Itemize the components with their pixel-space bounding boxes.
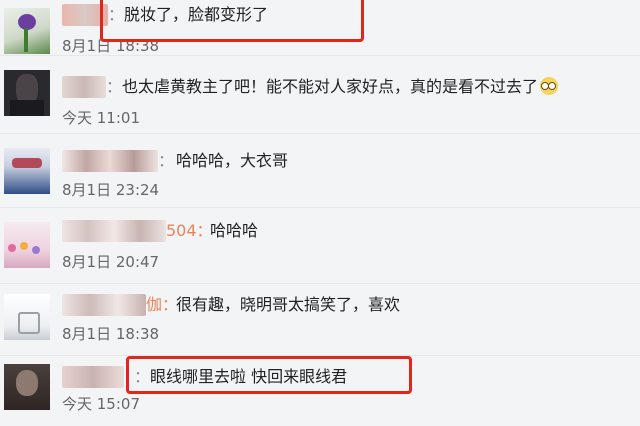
comment-text: 哈哈哈，大衣哥	[176, 151, 289, 170]
glasses-face-emoji	[540, 77, 559, 95]
comment-row: ： 哈哈哈，大衣哥 8月1日 23:24	[0, 134, 640, 208]
comment-text: 哈哈哈	[210, 221, 259, 240]
comment-row: 伽： 很有趣，晓明哥太搞笑了，喜欢 8月1日 18:38	[0, 284, 640, 356]
comment-time: 8月1日 20:47	[62, 253, 160, 271]
nickname-blurred[interactable]	[62, 366, 124, 388]
comment-row: 504： 哈哈哈 8月1日 20:47	[0, 208, 640, 284]
avatar[interactable]	[4, 294, 50, 340]
comment-time: 今天 15:07	[62, 395, 140, 413]
avatar[interactable]	[4, 222, 50, 268]
comment-time: 8月1日 18:38	[62, 325, 160, 343]
nickname-blurred[interactable]	[62, 294, 146, 316]
nickname-suffix: ：	[106, 77, 123, 96]
nickname-blurred[interactable]	[62, 220, 166, 242]
nickname-suffix: ：	[158, 151, 175, 170]
nickname-blurred[interactable]	[62, 150, 158, 172]
comment-time: 今天 11:01	[62, 109, 140, 127]
nickname-blurred[interactable]	[62, 76, 106, 98]
comment-time: 8月1日 23:24	[62, 181, 160, 199]
avatar[interactable]	[4, 364, 50, 410]
nickname-suffix: 504：	[166, 221, 213, 240]
comment-row: ： 也太虐黄教主了吧！能不能对人家好点，真的是看不过去了 今天 11:01	[0, 56, 640, 134]
comment-text: 也太虐黄教主了吧！能不能对人家好点，真的是看不过去了	[122, 76, 559, 98]
highlight-box	[100, 0, 364, 42]
avatar[interactable]	[4, 148, 50, 194]
avatar[interactable]	[4, 8, 50, 54]
comment-text: 很有趣，晓明哥太搞笑了，喜欢	[176, 295, 401, 314]
highlight-box	[126, 356, 412, 394]
avatar[interactable]	[4, 70, 50, 116]
nickname-suffix: 伽：	[146, 295, 179, 314]
